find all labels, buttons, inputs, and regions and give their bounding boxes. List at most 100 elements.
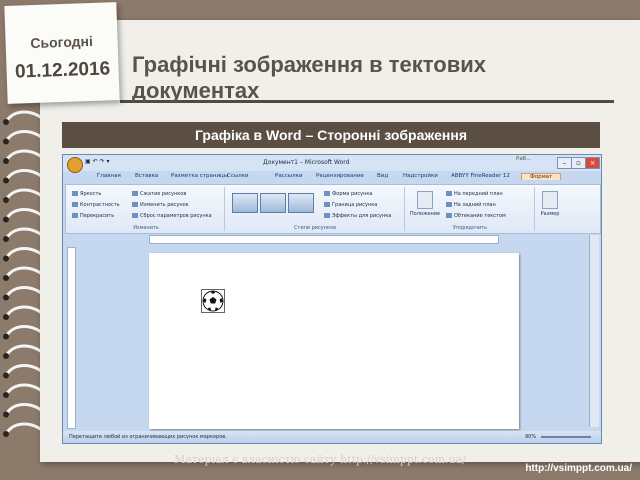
spiral-hole: [3, 177, 9, 184]
spiral-hole: [3, 197, 9, 203]
recolor-icon: [72, 213, 78, 218]
arrange-group-label: Упорядочить: [452, 225, 488, 231]
word-titlebar: ▣ ↶ ↷ ▾ Документ1 – Microsoft Word Раб..…: [63, 155, 601, 173]
wrap-icon: [446, 213, 452, 218]
size-icon: [542, 191, 558, 209]
document-page[interactable]: [149, 253, 519, 429]
ribbon-tabs: Главная Вставка Разметка страницы Ссылки…: [63, 172, 601, 184]
tab-addins[interactable]: Надстройки: [403, 173, 438, 179]
date-sticky-note: Сьогодні 01.12.2016: [4, 2, 120, 104]
spiral-ring: [4, 149, 40, 162]
spiral-hole: [3, 353, 9, 359]
spiral-ring: [4, 247, 40, 260]
today-label: Сьогодні: [30, 32, 94, 52]
picture-style-thumbnail[interactable]: [260, 193, 286, 213]
compress-icon: [132, 191, 138, 196]
tab-home[interactable]: Главная: [97, 173, 121, 179]
send-back-icon: [446, 202, 452, 207]
spiral-hole: [3, 275, 9, 281]
reset-icon: [132, 213, 138, 218]
adjust-group-label: Изменить: [133, 225, 159, 231]
spiral-ring: [4, 286, 40, 299]
tab-review[interactable]: Рецензирование: [316, 173, 364, 179]
context-tab-label: Раб...: [516, 156, 532, 162]
spiral-ring: [4, 383, 40, 396]
spiral-ring: [4, 227, 40, 240]
compress-pictures-button[interactable]: Сжатие рисунков: [132, 191, 186, 197]
tab-mailings[interactable]: Рассылки: [275, 173, 303, 179]
tab-references[interactable]: Ссылки: [227, 173, 249, 179]
position-button[interactable]: Положение: [408, 191, 442, 217]
spiral-ring: [4, 403, 40, 416]
tab-format[interactable]: Формат: [521, 173, 562, 180]
picture-style-thumbnail[interactable]: [232, 193, 258, 213]
spiral-ring: [4, 266, 40, 279]
maximize-icon[interactable]: ▫: [571, 157, 586, 169]
spiral-ring: [4, 188, 40, 201]
brightness-icon: [72, 191, 78, 196]
office-button-icon[interactable]: [67, 157, 83, 173]
window-title: Документ1 – Microsoft Word: [263, 159, 350, 166]
contrast-button[interactable]: Контрастность: [72, 202, 120, 208]
send-to-back-button[interactable]: На задний план: [446, 202, 496, 208]
picture-border-button[interactable]: Граница рисунка: [324, 202, 377, 208]
spiral-ring: [4, 169, 40, 182]
spiral-hole: [3, 119, 9, 125]
shape-icon: [324, 191, 330, 196]
size-button[interactable]: Размер: [538, 191, 562, 217]
bring-front-icon: [446, 191, 452, 196]
site-url: http://vsimppt.com.ua/: [525, 463, 632, 474]
change-picture-button[interactable]: Изменить рисунок: [132, 202, 189, 208]
tab-abbyy[interactable]: ABBYY FineReader 12: [451, 173, 510, 179]
recolor-button[interactable]: Перекрасить: [72, 213, 114, 219]
spiral-hole: [3, 392, 9, 398]
spiral-ring: [4, 422, 40, 435]
spiral-hole: [3, 138, 9, 145]
spiral-hole: [3, 411, 9, 418]
picture-styles-group: Форма рисунка Граница рисунка Эффекты дл…: [226, 187, 405, 231]
zoom-slider[interactable]: [541, 436, 591, 438]
picture-shape-button[interactable]: Форма рисунка: [324, 191, 372, 197]
status-bar: Перетащите любой из ограничивающих рисун…: [63, 431, 601, 443]
bring-to-front-button[interactable]: На передний план: [446, 191, 503, 197]
picture-style-thumbnail[interactable]: [288, 193, 314, 213]
tab-page-layout[interactable]: Разметка страницы: [171, 173, 228, 179]
spiral-ring: [4, 208, 40, 221]
minimize-icon[interactable]: –: [557, 157, 572, 169]
spiral-hole: [3, 431, 9, 437]
word-window-screenshot: ▣ ↶ ↷ ▾ Документ1 – Microsoft Word Раб..…: [62, 154, 602, 444]
reset-picture-button[interactable]: Сброс параметров рисунка: [132, 213, 212, 219]
zoom-level: 90%: [525, 434, 537, 440]
spiral-ring: [4, 364, 40, 377]
effects-icon: [324, 213, 330, 218]
spiral-hole: [3, 294, 9, 301]
vertical-ruler: [67, 247, 76, 429]
arrange-group: Положение На передний план На задний пла…: [406, 187, 535, 231]
tab-insert[interactable]: Вставка: [135, 173, 158, 179]
adjust-group: Яркость Контрастность Перекрасить Сжатие…: [68, 187, 225, 231]
date-text: 01.12.2016: [14, 58, 111, 83]
ribbon-format: Яркость Контрастность Перекрасить Сжатие…: [65, 184, 601, 234]
picture-effects-button[interactable]: Эффекты для рисунка: [324, 213, 391, 219]
close-icon[interactable]: ×: [585, 157, 600, 169]
horizontal-ruler: [149, 235, 499, 244]
spiral-ring: [4, 325, 40, 338]
spiral-ring: [4, 130, 40, 143]
contrast-icon: [72, 202, 78, 207]
brightness-button[interactable]: Яркость: [72, 191, 101, 197]
spiral-hole: [3, 158, 9, 164]
slide-subtitle: Графіка в Word – Сторонні зображення: [62, 122, 600, 148]
quick-access-toolbar[interactable]: ▣ ↶ ↷ ▾: [85, 158, 109, 165]
change-picture-icon: [132, 202, 138, 207]
picture-styles-label: Стили рисунков: [293, 225, 337, 231]
tab-view[interactable]: Вид: [377, 173, 388, 179]
border-icon: [324, 202, 330, 207]
spiral-ring: [4, 305, 40, 318]
soccer-ball-image[interactable]: [201, 289, 225, 313]
text-wrapping-button[interactable]: Обтекание текстом: [446, 213, 506, 219]
spiral-hole: [3, 216, 9, 223]
vertical-scrollbar[interactable]: [589, 235, 599, 427]
position-icon: [417, 191, 433, 209]
spiral-ring: [4, 110, 40, 123]
spiral-ring: [4, 344, 40, 357]
